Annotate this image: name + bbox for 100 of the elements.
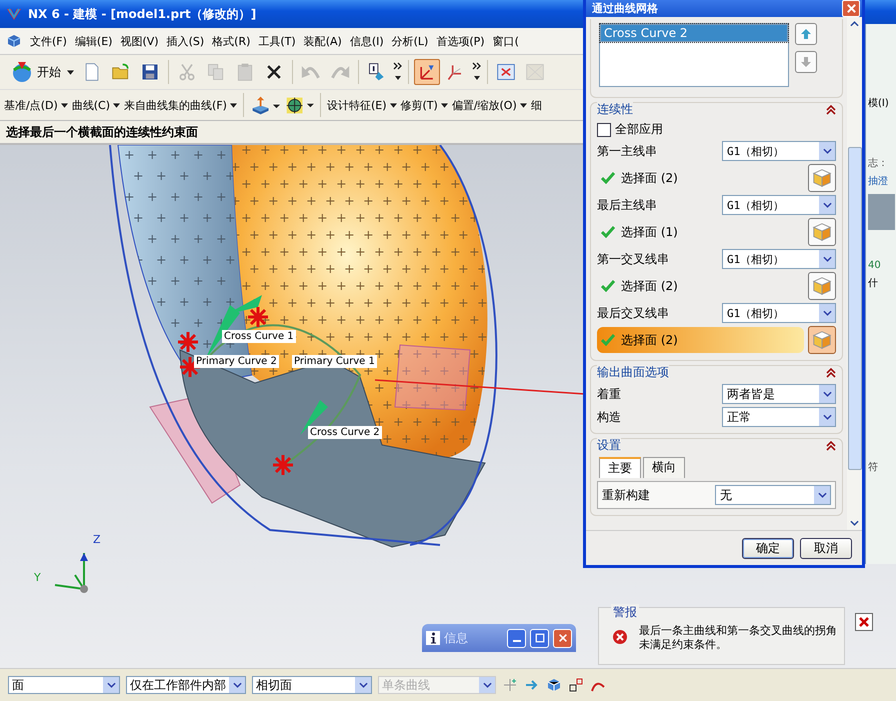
globe-icon	[10, 60, 34, 84]
caret-icon	[440, 102, 448, 108]
continuity-dropdown[interactable]: G1（相切）	[722, 249, 836, 269]
caret-icon	[822, 310, 832, 316]
caret-icon	[822, 202, 832, 208]
post-text: 志：	[868, 156, 888, 170]
menu-item[interactable]: 视图(V)	[120, 34, 159, 48]
continuity-dropdown[interactable]: G1（相切）	[722, 303, 836, 323]
collapse-chevron-icon[interactable]	[826, 368, 836, 378]
minimize-button[interactable]	[507, 628, 526, 648]
toolbar-menu[interactable]: 细	[530, 98, 542, 112]
maximize-icon	[534, 633, 544, 643]
snap-point-icon[interactable]	[502, 677, 518, 693]
field-label: 最后主线串	[597, 196, 657, 214]
tab[interactable]: 横向	[643, 457, 685, 478]
axis-triad-icon	[54, 552, 88, 593]
menu-item[interactable]: 编辑(E)	[74, 34, 112, 48]
menu-item[interactable]: 文件(F)	[30, 34, 67, 48]
dialog-title: 通过曲线网格	[592, 1, 658, 16]
toolbar-menu[interactable]: 偏置/缩放(O)	[452, 98, 527, 112]
menu-item[interactable]: 格式(R)	[212, 34, 250, 48]
post-text: 符	[868, 461, 878, 474]
wcs-button[interactable]	[414, 59, 440, 85]
curve-label: Primary Curve 2	[194, 355, 279, 368]
select-face-button[interactable]	[808, 272, 836, 300]
cube-icon	[811, 329, 833, 351]
toolbar-menu[interactable]: 修剪(T)	[400, 98, 448, 112]
scroll-up-icon[interactable]	[850, 21, 859, 27]
cube-icon[interactable]	[546, 677, 562, 693]
caret-icon	[822, 148, 832, 154]
field-label: 第一主线串	[597, 142, 657, 160]
fit-icon	[496, 62, 516, 82]
dialog-button[interactable]: 取消	[800, 538, 852, 558]
menu-item[interactable]: 信息(I)	[350, 34, 384, 48]
app-logo-icon	[6, 6, 22, 22]
select-face-button[interactable]	[808, 164, 836, 192]
caret-icon	[230, 102, 237, 108]
axis-label: Y	[34, 571, 41, 584]
select-face-button[interactable]	[808, 218, 836, 246]
field-label: 构造	[597, 408, 621, 426]
select-face-button[interactable]	[808, 326, 836, 354]
move-up-button[interactable]	[795, 23, 817, 45]
cube-icon	[811, 221, 833, 243]
start-button[interactable]: 开始	[8, 58, 76, 86]
checkbox-label: 全部应用	[615, 121, 663, 138]
menu-item[interactable]: 窗口(	[492, 34, 519, 48]
toolbar-menu[interactable]: 来自曲线集的曲线(F)	[124, 98, 237, 112]
window-title: NX 6 - 建模 - [model1.prt（修改的）]	[28, 6, 256, 22]
squares-icon[interactable]	[568, 677, 584, 693]
dialog-button[interactable]: 确定	[742, 538, 794, 558]
caret-icon	[106, 682, 116, 688]
face-selector[interactable]: 选择面 (1)	[597, 219, 804, 245]
filter-dropdown[interactable]: 相切面	[252, 676, 372, 694]
filter-dropdown[interactable]: 面	[8, 676, 120, 694]
move-down-button[interactable]	[795, 51, 817, 73]
caret-icon	[113, 102, 120, 108]
menu-item[interactable]: 首选项(P)	[436, 34, 485, 48]
section-title[interactable]: 连续性	[597, 101, 633, 118]
checkbox[interactable]	[597, 122, 611, 136]
caret-icon	[60, 102, 68, 108]
collapse-chevron-icon[interactable]	[826, 440, 836, 450]
field-label: 重新构建	[602, 486, 650, 504]
scrollbar[interactable]	[847, 17, 862, 530]
menu-item[interactable]: 插入(S)	[166, 34, 204, 48]
rebuild-dropdown[interactable]: 无	[715, 485, 831, 505]
post-text: 什	[868, 277, 878, 290]
continuity-dropdown[interactable]: G1（相切）	[722, 195, 836, 215]
face-selector[interactable]: 选择面 (2)	[597, 273, 804, 299]
filter-dropdown[interactable]: 仅在工作部件内部	[126, 676, 246, 694]
toolbar-menu[interactable]: 基准/点(D)	[4, 98, 68, 112]
checkmark-icon	[601, 226, 615, 238]
list-item[interactable]: Cross Curve 2	[600, 24, 788, 42]
field-label: 最后交叉线串	[597, 304, 669, 322]
toolbar-menu[interactable]: 设计特征(E)	[326, 98, 396, 112]
field-label: 第一交叉线串	[597, 250, 669, 268]
face-selector[interactable]: 选择面 (2)	[597, 165, 804, 191]
curve-label: Primary Curve 1	[292, 355, 377, 368]
cut-icon	[177, 62, 197, 82]
option-dropdown[interactable]: 正常	[722, 407, 836, 427]
face-selector[interactable]: 选择面 (2)	[597, 327, 804, 353]
field-label: 着重	[597, 386, 621, 402]
menu-item[interactable]: 分析(L)	[392, 34, 428, 48]
close-button[interactable]	[855, 613, 873, 631]
tab[interactable]: 主要	[599, 457, 641, 478]
scroll-down-icon[interactable]	[850, 520, 859, 526]
checkmark-icon	[601, 172, 615, 184]
post-link[interactable]: 抽澄	[868, 174, 888, 188]
section-title[interactable]: 输出曲面选项	[597, 364, 669, 381]
error-icon	[611, 628, 629, 646]
extrude-button[interactable]	[250, 94, 280, 116]
continuity-dropdown[interactable]: G1（相切）	[722, 141, 836, 161]
open-icon	[111, 62, 131, 82]
toolbar-menu[interactable]: 曲线(C)	[72, 98, 120, 112]
menu-item[interactable]: 工具(T)	[258, 34, 296, 48]
option-dropdown[interactable]: 两者皆是	[722, 384, 836, 404]
maximize-button[interactable]	[530, 628, 549, 648]
checkmark-icon	[601, 334, 615, 346]
menu-item[interactable]: 装配(A)	[304, 34, 342, 48]
collapse-chevron-icon[interactable]	[826, 104, 836, 114]
info-icon	[426, 631, 440, 645]
